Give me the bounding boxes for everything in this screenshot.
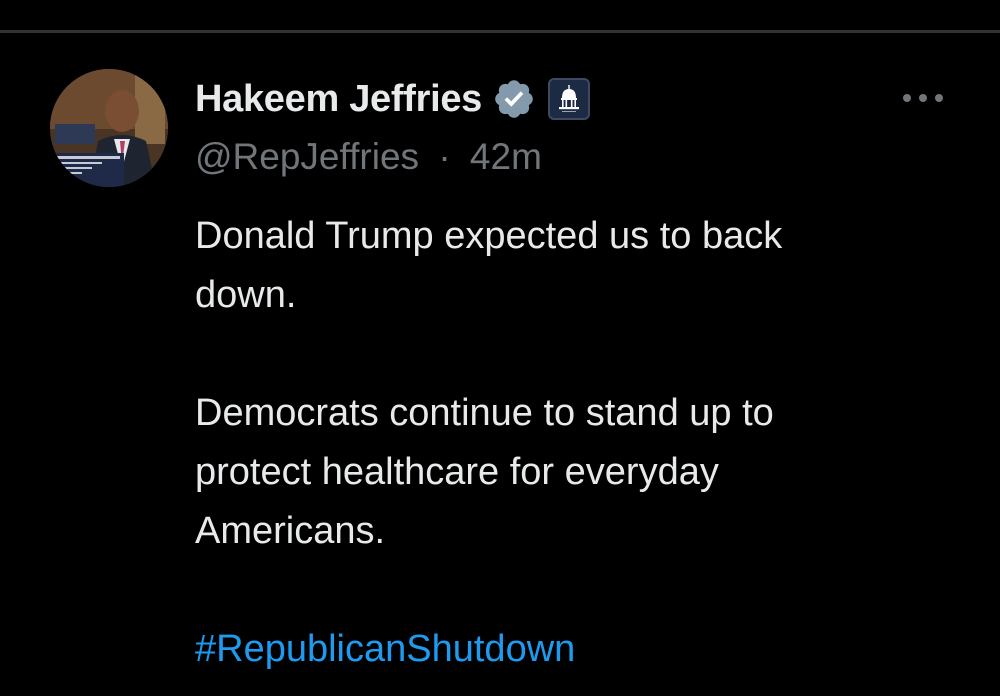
capitol-badge-icon[interactable]	[548, 78, 591, 120]
author-name-row: Hakeem Jeffries	[195, 74, 591, 124]
tweet[interactable]: Hakeem Jeffries @RepJeffries · 42m Donal…	[0, 33, 1000, 696]
avatar-image	[50, 69, 168, 187]
avatar[interactable]	[50, 69, 168, 187]
tweet-text-line: Americans.	[195, 510, 386, 552]
hashtag-link[interactable]: #RepublicanShutdown	[195, 628, 575, 670]
author-handle-row: @RepJeffries · 42m	[195, 136, 542, 178]
tweet-timestamp[interactable]: 42m	[470, 136, 542, 177]
author-display-name[interactable]: Hakeem Jeffries	[195, 78, 482, 121]
tweet-text-line: down.	[195, 274, 297, 316]
tweet-text-line: Donald Trump expected us to back	[195, 215, 783, 257]
tweet-text-line: protect healthcare for everyday	[195, 451, 719, 493]
more-options-icon	[903, 94, 943, 102]
more-options-button[interactable]	[898, 83, 948, 113]
meta-separator: ·	[438, 136, 451, 177]
tweet-text-line: Democrats continue to stand up to	[195, 392, 774, 434]
verified-badge-icon[interactable]	[490, 75, 538, 123]
author-handle[interactable]: @RepJeffries	[195, 136, 419, 177]
tweet-text: Donald Trump expected us to back down. D…	[195, 207, 955, 679]
